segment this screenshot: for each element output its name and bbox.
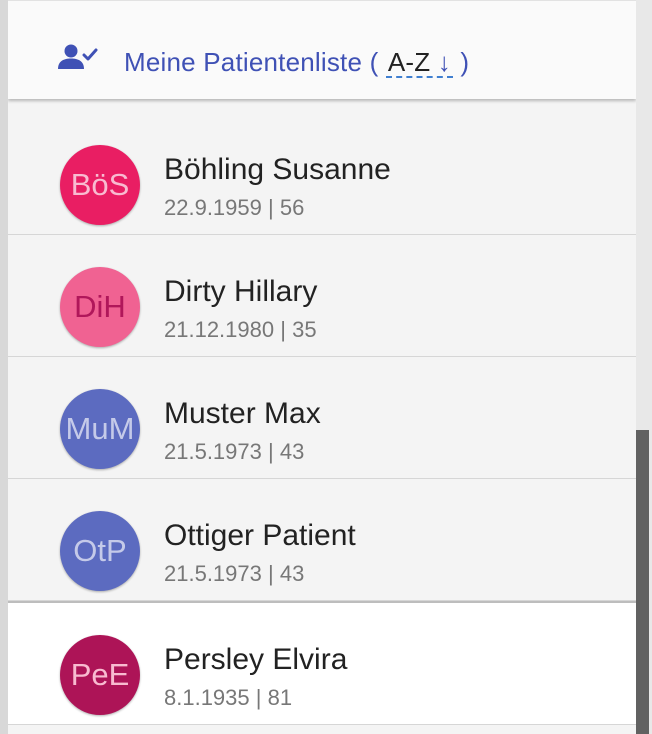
patient-age: 43 [279, 561, 305, 586]
patient-avatar: OtP [60, 511, 140, 591]
sort-toggle-button[interactable]: A-Z ↓ [385, 47, 453, 78]
title-suffix: ) [460, 47, 470, 77]
patient-list-header: Meine Patientenliste ( A-Z ↓ ) [8, 0, 636, 99]
patient-age: 35 [292, 317, 317, 342]
patient-meta: 22.9.1959 | 56 [164, 195, 304, 221]
patient-age: 81 [267, 685, 293, 710]
page-title: Meine Patientenliste ( A-Z ↓ ) [124, 47, 469, 78]
patient-meta: 8.1.1935 | 81 [164, 685, 292, 711]
patient-age: 56 [279, 195, 305, 220]
sort-arrow-down-icon: ↓ [437, 47, 451, 77]
patient-row[interactable]: BöS Böhling Susanne 22.9.1959 | 56 [8, 113, 636, 235]
sort-label: A-Z [387, 47, 431, 77]
patient-avatar: PeE [60, 635, 140, 715]
patient-name: Dirty Hillary [164, 275, 318, 308]
patient-name: Muster Max [164, 397, 321, 430]
scrollbar-thumb[interactable] [636, 430, 649, 734]
patient-dob: 21.5.1973 [164, 561, 262, 586]
patient-age: 43 [279, 439, 305, 464]
meta-separator: | [280, 317, 286, 342]
patient-avatar: BöS [60, 145, 140, 225]
left-edge [0, 0, 8, 734]
meta-separator: | [255, 685, 262, 710]
patient-list-panel: Meine Patientenliste ( A-Z ↓ ) BöS Böhli… [8, 0, 636, 734]
patient-row-selected[interactable]: PeE Persley Elvira 8.1.1935 | 81 [8, 601, 636, 725]
meta-separator: | [268, 439, 274, 464]
patient-meta: 21.5.1973 | 43 [164, 561, 304, 587]
patient-name: Ottiger Patient [164, 519, 356, 552]
patient-dob: 21.5.1973 [164, 439, 262, 464]
patient-name: Persley Elvira [164, 643, 348, 676]
meta-separator: | [268, 195, 274, 220]
patient-row[interactable]: DiH Dirty Hillary 21.12.1980 | 35 [8, 235, 636, 357]
patient-meta: 21.5.1973 | 43 [164, 439, 304, 465]
meta-separator: | [268, 561, 274, 586]
patient-dob: 22.9.1959 [164, 195, 262, 220]
patient-row[interactable]: OtP Ottiger Patient 21.5.1973 | 43 [8, 479, 636, 601]
patient-dob: 8.1.1935 [164, 685, 250, 710]
patient-row[interactable]: MuM Muster Max 21.5.1973 | 43 [8, 357, 636, 479]
patient-avatar: DiH [60, 267, 140, 347]
patient-meta: 21.12.1980 | 35 [164, 317, 317, 343]
patient-dob: 21.12.1980 [164, 317, 275, 342]
person-check-icon [58, 43, 98, 71]
title-prefix: Meine Patientenliste ( [124, 47, 379, 77]
patient-name: Böhling Susanne [164, 153, 391, 186]
patient-avatar: MuM [60, 389, 140, 469]
